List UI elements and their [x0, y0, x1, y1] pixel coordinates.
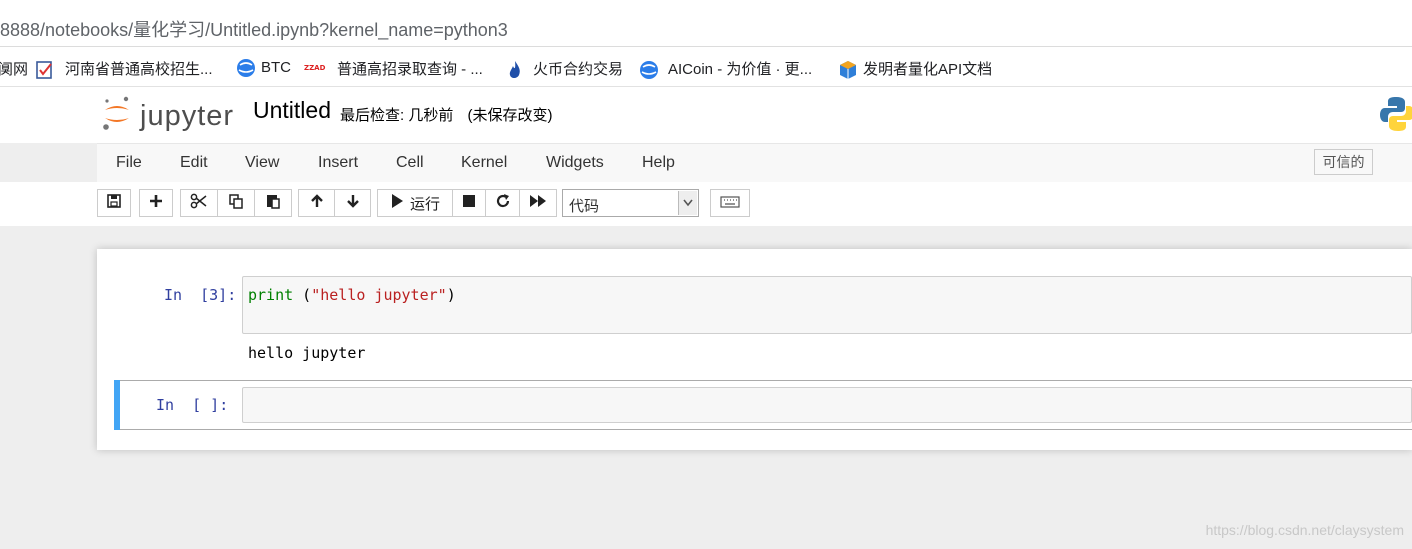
bookmark-label: 发明者量化API文档 — [863, 61, 993, 78]
menu-edit[interactable]: Edit — [180, 154, 208, 172]
save-button[interactable] — [97, 189, 131, 217]
scissors-icon — [190, 193, 208, 213]
code-punct: ( — [293, 286, 312, 304]
restart-run-all-button[interactable] — [519, 189, 557, 217]
bookmark-1[interactable]: 河南省普通高校招生... — [35, 58, 213, 79]
bookmark-4[interactable]: 火币合约交易 — [506, 58, 623, 79]
red-site-icon: ZZAD — [304, 60, 326, 78]
move-up-button[interactable] — [298, 189, 335, 217]
code-line: print ("hello jupyter") — [248, 286, 456, 304]
code-keyword: print — [248, 286, 294, 304]
globe-icon — [236, 58, 255, 77]
watermark: https://blog.csdn.net/claysystem — [1205, 522, 1404, 538]
bookmark-0[interactable]: 阒网 — [0, 58, 28, 79]
jupyter-logo-text: jupyter — [140, 100, 235, 132]
copy-button[interactable] — [217, 189, 255, 217]
cell-type-value: 代码 — [569, 198, 600, 215]
paste-icon — [265, 193, 281, 213]
insert-cell-button[interactable] — [139, 189, 173, 217]
menu-file[interactable]: File — [116, 154, 142, 172]
jupyter-logo-icon — [102, 96, 132, 137]
copy-icon — [228, 193, 244, 213]
save-icon — [106, 193, 122, 213]
cell-output: hello jupyter — [248, 344, 366, 362]
bookmark-label: 火币合约交易 — [533, 61, 624, 78]
cell-prompt: In [ ]: — [156, 396, 229, 414]
restart-kernel-button[interactable] — [485, 189, 520, 217]
address-bar[interactable]: 8888/notebooks/量化学习/Untitled.ipynb?kerne… — [0, 0, 1412, 47]
fast-forward-icon — [529, 193, 547, 213]
check-doc-icon — [35, 60, 53, 79]
code-string: "hello jupyter" — [311, 286, 447, 304]
menu-help[interactable]: Help — [642, 154, 675, 172]
refresh-icon — [495, 193, 511, 213]
bookmark-label: 河南省普通高校招生... — [65, 61, 213, 78]
keyboard-icon — [720, 195, 740, 212]
autosave-status: (未保存改变) — [467, 107, 553, 124]
svg-text:ZZAD: ZZAD — [304, 64, 326, 72]
notebook-name[interactable]: Untitled — [253, 97, 331, 124]
cell-type-select[interactable]: 代码 — [562, 189, 699, 217]
cell-prompt: In [3]: — [164, 286, 237, 304]
bookmark-3[interactable]: ZZAD 普通高招录取查询 - ... — [304, 58, 483, 79]
menu-widgets[interactable]: Widgets — [546, 154, 604, 172]
empty-code-cell-input[interactable] — [242, 387, 1412, 423]
run-label: 运行 — [409, 195, 440, 213]
menu-cell[interactable]: Cell — [396, 154, 424, 172]
chevron-down-icon — [678, 191, 697, 215]
checkpoint-status: 最后检查: 几秒前 (未保存改变) — [340, 104, 553, 125]
menu-view[interactable]: View — [245, 154, 279, 172]
move-down-button[interactable] — [334, 189, 371, 217]
play-icon — [390, 193, 404, 213]
stop-icon — [462, 194, 476, 212]
interrupt-kernel-button[interactable] — [452, 189, 486, 217]
code-cell-input[interactable] — [242, 276, 1412, 334]
menu-kernel[interactable]: Kernel — [461, 154, 507, 172]
bookmark-label: 阒网 — [0, 61, 29, 78]
arrow-down-icon — [345, 193, 361, 213]
cube-icon — [838, 60, 856, 79]
last-checkpoint-label: 最后检查: 几秒前 — [340, 107, 454, 124]
flame-icon — [506, 60, 524, 78]
run-button[interactable]: 运行 — [377, 189, 453, 217]
menu-insert[interactable]: Insert — [318, 154, 358, 172]
url-text[interactable]: 8888/notebooks/量化学习/Untitled.ipynb?kerne… — [0, 16, 508, 42]
python-kernel-icon — [1380, 96, 1412, 137]
globe-icon — [639, 60, 658, 79]
arrow-up-icon — [309, 193, 325, 213]
cut-button[interactable] — [180, 189, 218, 217]
bookmark-2[interactable]: BTC — [236, 58, 291, 77]
jupyter-logo[interactable]: jupyter — [102, 96, 234, 137]
command-palette-button[interactable] — [710, 189, 750, 217]
selected-cell-indicator — [114, 380, 120, 430]
trusted-indicator[interactable]: 可信的 — [1314, 149, 1373, 175]
plus-icon — [148, 193, 164, 213]
bookmark-5[interactable]: AICoin - 为价值 · 更... — [639, 58, 812, 79]
paste-button[interactable] — [254, 189, 292, 217]
menubar: File Edit View Insert Cell Kernel Widget… — [97, 143, 1412, 183]
bookmark-6[interactable]: 发明者量化API文档 — [838, 58, 992, 79]
bookmark-label: BTC — [261, 58, 291, 76]
bookmark-label: 普通高招录取查询 - ... — [337, 61, 483, 78]
bookmark-label: AICoin - 为价值 · 更... — [668, 61, 813, 78]
code-punct-close: ) — [446, 286, 456, 304]
bookmarks-bar: 阒网 河南省普通高校招生... BTC ZZAD 普通高招录取查询 - ... … — [0, 47, 1412, 87]
